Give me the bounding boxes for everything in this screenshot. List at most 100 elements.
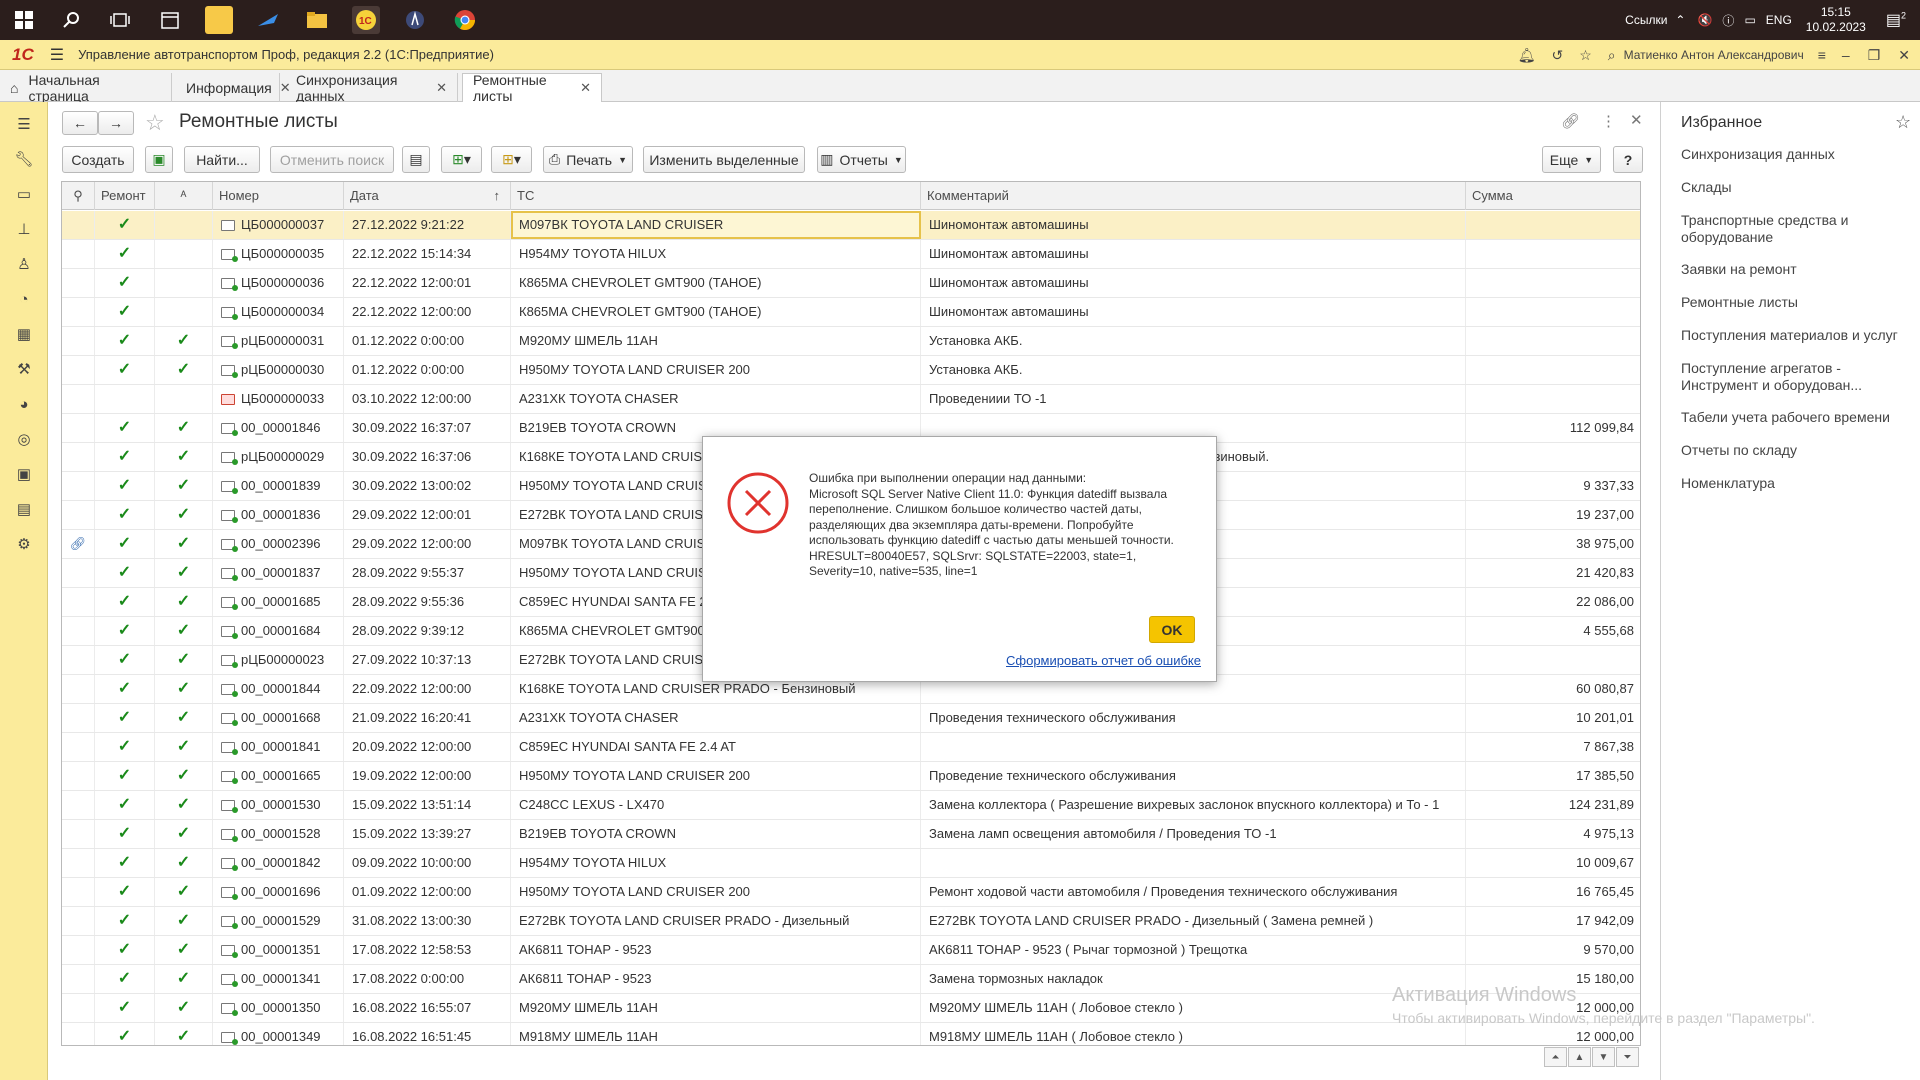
link-icon[interactable]: 🔗︎ [1561, 112, 1580, 130]
attachment-column-icon[interactable]: ⚲ [62, 182, 95, 210]
column-comment[interactable]: Комментарий [921, 182, 1466, 210]
search-icon[interactable] [58, 6, 86, 34]
chat-icon[interactable]: ◕ [12, 392, 36, 416]
rocket-app-icon[interactable] [401, 6, 429, 34]
history-icon[interactable]: ↺ [1551, 47, 1563, 64]
contacts-icon[interactable]: ▣ [12, 462, 36, 486]
network-icon[interactable]: ▭ [1744, 13, 1755, 27]
chrome-icon[interactable] [451, 6, 479, 34]
table-row[interactable]: ✓ ЦБ000000035 22.12.2022 15:14:34 Н954МУ TO… [62, 240, 1640, 269]
tab-home[interactable]: ⌂ Начальная страница [0, 72, 172, 104]
table-row[interactable]: ✓ ✓ 00_00001528 15.09.2022 13:39:27 В219ЕВ T… [62, 820, 1640, 849]
chevron-up-icon[interactable]: ⌃ [1675, 13, 1685, 27]
bus-icon[interactable]: ▭ [12, 182, 36, 206]
close-form-icon[interactable]: ✕ [1630, 111, 1643, 129]
forward-button[interactable]: → [98, 111, 134, 135]
favorite-star-icon[interactable]: ☆ [145, 110, 165, 136]
table-row[interactable]: ✓ ✓ 00_00001696 01.09.2022 12:00:00 Н950МУ T… [62, 878, 1640, 907]
tools-icon[interactable]: ⚒ [12, 357, 36, 381]
column-flag-icon[interactable]: ᴬ [155, 182, 213, 210]
table-row[interactable]: ✓ ✓ 00_00001530 15.09.2022 13:51:14 С248СС L… [62, 791, 1640, 820]
back-button[interactable]: ← [62, 111, 98, 135]
task-view-icon[interactable] [106, 6, 134, 34]
cancel-search-button[interactable]: Отменить поиск [270, 146, 394, 173]
favorite-item[interactable]: Транспортные средства и оборудование [1681, 212, 1913, 246]
fill-icon[interactable]: ⊞ ▾ [491, 146, 532, 173]
table-row[interactable]: ✓ ✓ рЦБ00000030 01.12.2022 0:00:00 Н950МУ TO… [62, 356, 1640, 385]
favorites-star-icon[interactable]: ☆ [1895, 112, 1911, 133]
table-row[interactable]: ✓ ✓ 00_00001842 09.09.2022 10:00:00 Н954МУ T… [62, 849, 1640, 878]
create-button[interactable]: Создать [62, 146, 134, 173]
find-button[interactable]: Найти... [184, 146, 260, 173]
more-button[interactable]: Еще ▼ [1542, 146, 1601, 173]
minimize-icon[interactable]: – [1842, 47, 1850, 63]
print-button[interactable]: ⎙ Печать ▼ [543, 146, 633, 173]
table-row[interactable]: ✓ ✓ 00_00001351 17.08.2022 12:58:53 АК6811 Т… [62, 936, 1640, 965]
feather-app-icon[interactable] [254, 6, 282, 34]
column-number[interactable]: Номер [213, 182, 344, 210]
file-explorer-icon[interactable] [303, 6, 331, 34]
documents-icon[interactable]: ▤ [12, 497, 36, 521]
ok-button[interactable]: OK [1149, 616, 1195, 643]
sticky-notes-icon[interactable] [205, 6, 233, 34]
bell-icon[interactable]: 🔔︎ [1518, 47, 1536, 64]
volume-muted-icon[interactable]: 🔇 [1697, 13, 1712, 27]
column-date[interactable]: Дата ↑ [344, 182, 511, 210]
close-icon[interactable]: ✕ [580, 80, 591, 96]
notifications-icon[interactable]: ▤2 [1886, 10, 1906, 30]
column-vehicle[interactable]: ТС [511, 182, 921, 210]
favorite-item[interactable]: Ремонтные листы [1681, 294, 1913, 311]
calculator-icon[interactable]: ▦ [12, 322, 36, 346]
gear-icon[interactable]: ⚙ [12, 532, 36, 556]
main-menu-icon[interactable]: ☰ [50, 45, 64, 65]
tab-repair-sheets[interactable]: Ремонтные листы ✕ [462, 72, 602, 104]
tab-information[interactable]: Информация ✕ [176, 73, 291, 102]
favorite-item[interactable]: Поступление агрегатов - Инструмент и обо… [1681, 360, 1913, 394]
dashboard-icon[interactable]: ◔ [12, 287, 36, 311]
calendar-app-icon[interactable] [156, 6, 184, 34]
clock[interactable]: 15:15 10.02.2023 [1806, 5, 1866, 35]
table-row[interactable]: ✓ ЦБ000000034 22.12.2022 12:00:00 К865МА CH… [62, 298, 1640, 327]
table-row[interactable]: ✓ ✓ 00_00001665 19.09.2022 12:00:00 Н950МУ T… [62, 762, 1640, 791]
favorite-item[interactable]: Номенклатура [1681, 475, 1913, 492]
wrench-icon[interactable]: 🔧︎ [12, 147, 36, 171]
info-icon[interactable]: ⓘ [1722, 12, 1734, 29]
more-actions-icon[interactable]: ⋮ [1601, 112, 1616, 130]
user-money-icon[interactable]: ♙ [12, 252, 36, 276]
table-row[interactable]: ЦБ000000033 03.10.2022 12:00:00 А231ХК TOY… [62, 385, 1640, 414]
1c-enterprise-icon[interactable]: 1C [352, 6, 380, 34]
favorite-item[interactable]: Отчеты по складу [1681, 442, 1913, 459]
table-row[interactable]: ✓ ЦБ000000037 27.12.2022 9:21:22 М097ВК TOY… [62, 211, 1640, 240]
table-row[interactable]: ✓ ✓ 00_00001841 20.09.2022 12:00:00 С859ЕС H… [62, 733, 1640, 762]
scroll-top-icon[interactable]: ⏶ [1544, 1047, 1567, 1067]
error-report-link[interactable]: Сформировать отчет об ошибке [1006, 653, 1201, 668]
settings-menu-icon[interactable]: ≡ [1818, 47, 1826, 63]
favorite-item[interactable]: Синхронизация данных [1681, 146, 1913, 163]
tab-sync[interactable]: Синхронизация данных ✕ [286, 72, 458, 104]
help-button[interactable]: ? [1613, 146, 1643, 173]
reports-button[interactable]: ▥ Отчеты ▼ [817, 146, 906, 173]
links-toolbar-label[interactable]: Ссылки [1625, 13, 1667, 27]
favorite-item[interactable]: Заявки на ремонт [1681, 261, 1913, 278]
table-row[interactable]: ✓ ✓ 00_00001349 16.08.2022 16:51:45 М918МУ Ш… [62, 1023, 1640, 1045]
list-view-icon[interactable]: ▤ [402, 146, 430, 173]
column-sum[interactable]: Сумма [1466, 182, 1640, 210]
favorite-item[interactable]: Табели учета рабочего времени [1681, 409, 1913, 426]
user-name[interactable]: Матиенко Антон Александрович [1624, 48, 1804, 62]
table-row[interactable]: ✓ ✓ 00_00001529 31.08.2022 13:00:30 Е272ВК T… [62, 907, 1640, 936]
windows-start-icon[interactable] [10, 6, 38, 34]
create-based-on-icon[interactable]: ⊞ ▾ [441, 146, 482, 173]
scroll-up-icon[interactable]: ▲ [1568, 1047, 1591, 1067]
coins-icon[interactable]: ◎ [12, 427, 36, 451]
column-repair[interactable]: Ремонт [95, 182, 155, 210]
favorite-item[interactable]: Склады [1681, 179, 1913, 196]
scroll-down-icon[interactable]: ▼ [1592, 1047, 1615, 1067]
close-icon[interactable]: ✕ [1898, 47, 1910, 64]
copy-document-icon[interactable]: ▣ [145, 146, 173, 173]
search-icon[interactable]: ⌕ [1608, 47, 1616, 64]
table-row[interactable]: ✓ ✓ 00_00001668 21.09.2022 16:20:41 А231ХК T… [62, 704, 1640, 733]
star-icon[interactable]: ☆ [1579, 47, 1592, 64]
table-row[interactable]: ✓ ✓ рЦБ00000031 01.12.2022 0:00:00 М920МУ ШМ… [62, 327, 1640, 356]
restore-icon[interactable]: ❐ [1868, 47, 1881, 64]
menu-icon[interactable]: ☰ [12, 112, 36, 136]
